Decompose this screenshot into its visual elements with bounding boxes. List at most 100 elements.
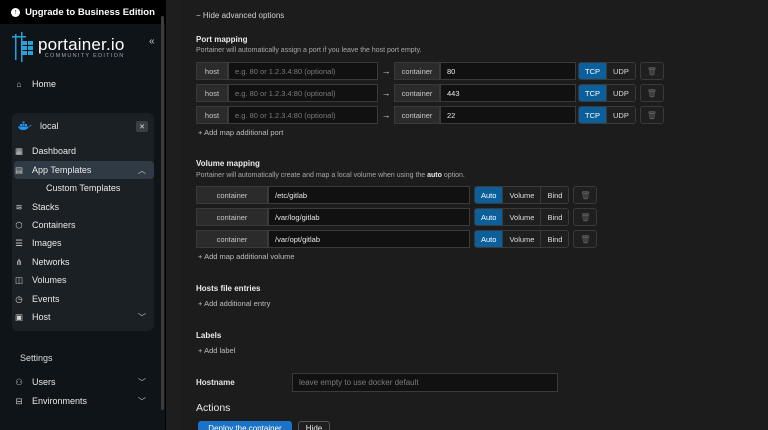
sidebar-item-app-templates[interactable]: ▤ App Templates ︿ — [14, 161, 154, 179]
container-label: container — [394, 106, 440, 124]
port-mapping-desc: Portainer will automatically assign a po… — [196, 47, 422, 54]
host-icon: ▣ — [14, 311, 24, 322]
collapse-sidebar-icon[interactable]: « — [149, 36, 155, 47]
close-environment-button[interactable]: ✕ — [136, 121, 148, 132]
sidebar-item-home[interactable]: ⌂ Home — [14, 75, 154, 93]
chevron-down-icon: ﹀ — [138, 312, 146, 322]
add-volume-link[interactable]: + Add map additional volume — [198, 252, 295, 261]
udp-button[interactable]: UDP — [607, 63, 635, 79]
environment-name: local — [40, 121, 59, 131]
sidebar-item-volumes[interactable]: ◫ Volumes — [14, 271, 154, 289]
sidebar-item-label: Home — [32, 79, 57, 89]
trash-icon[interactable]: 🗑 — [573, 186, 598, 204]
trash-icon[interactable]: 🗑 — [573, 230, 598, 248]
sidebar-item-dashboard[interactable]: ▦ Dashboard — [14, 142, 154, 160]
host-port-input[interactable]: e.g. 80 or 1.2.3.4:80 (optional) — [228, 84, 378, 102]
auto-button[interactable]: Auto — [475, 209, 504, 225]
trash-icon[interactable]: 🗑 — [573, 208, 598, 226]
hostname-label: Hostname — [196, 378, 235, 387]
sidebar-item-host[interactable]: ▣ Host ﹀ — [14, 308, 154, 326]
hostname-input[interactable]: leave empty to use docker default — [292, 373, 558, 392]
sidebar-item-stacks[interactable]: ≋ Stacks — [14, 198, 154, 216]
tcp-button[interactable]: TCP — [579, 63, 607, 79]
container-label: container — [394, 62, 440, 80]
sidebar-item-label: Images — [32, 238, 62, 248]
trash-icon[interactable]: 🗑 — [639, 62, 664, 80]
sidebar-item-images[interactable]: ☰ Images — [14, 234, 154, 252]
container-port-input[interactable]: 22 — [440, 106, 576, 124]
sidebar-item-containers[interactable]: ⬡ Containers — [14, 216, 154, 234]
home-icon: ⌂ — [16, 79, 22, 89]
environment-header: local — [18, 121, 59, 131]
bind-button[interactable]: Bind — [541, 231, 569, 247]
hide-button[interactable]: Hide — [298, 421, 330, 430]
add-host-entry-label: Add additional entry — [204, 299, 271, 308]
sidebar-item-label: App Templates — [32, 165, 92, 175]
bind-button[interactable]: Bind — [541, 187, 569, 203]
trash-icon[interactable]: 🗑 — [639, 106, 664, 124]
host-port-input[interactable]: e.g. 80 or 1.2.3.4:80 (optional) — [228, 106, 378, 124]
hide-advanced-toggle[interactable]: − Hide advanced options — [196, 11, 284, 20]
udp-button[interactable]: UDP — [607, 85, 635, 101]
logo-title: portainer.io — [38, 35, 125, 54]
portainer-logo[interactable]: portainer.io COMMUNITY EDITION — [12, 32, 125, 62]
tcp-button[interactable]: TCP — [579, 107, 607, 123]
tcp-button[interactable]: TCP — [579, 85, 607, 101]
trash-icon[interactable]: 🗑 — [639, 84, 664, 102]
port-row: host e.g. 80 or 1.2.3.4:80 (optional) → … — [196, 62, 664, 80]
volume-desc-bold: auto — [427, 172, 442, 179]
container-path-input[interactable]: /etc/gitlab — [268, 186, 470, 204]
upgrade-icon: ↑ — [11, 7, 21, 17]
auto-button[interactable]: Auto — [475, 231, 504, 247]
volume-row: container /etc/gitlab Auto Volume Bind 🗑 — [196, 186, 598, 204]
sidebar-item-environments[interactable]: ⊟ Environments ﹀ — [14, 392, 154, 410]
host-label: host — [196, 62, 228, 80]
hosts-entries-title: Hosts file entries — [196, 284, 261, 293]
sidebar-item-users[interactable]: ⚇ Users ﹀ — [14, 373, 154, 391]
volume-button[interactable]: Volume — [503, 231, 542, 247]
upgrade-label: Upgrade to Business Edition — [25, 6, 155, 18]
auto-button[interactable]: Auto — [475, 187, 504, 203]
settings-heading: Settings — [20, 353, 53, 363]
volume-button[interactable]: Volume — [503, 209, 542, 225]
database-icon: ◫ — [14, 274, 24, 285]
deploy-container-button[interactable]: Deploy the container — [198, 421, 292, 430]
main-content: − Hide advanced options Port mapping Por… — [182, 0, 768, 430]
sidebar-item-label: Users — [32, 377, 56, 387]
container-label: container — [196, 208, 268, 226]
port-row: host e.g. 80 or 1.2.3.4:80 (optional) → … — [196, 84, 664, 102]
container-label: container — [196, 230, 268, 248]
add-port-link[interactable]: + Add map additional port — [198, 128, 283, 137]
sidebar-item-custom-templates[interactable]: Custom Templates — [46, 179, 146, 197]
sidebar-item-label: Events — [32, 294, 60, 304]
sidebar-scrollbar[interactable] — [161, 16, 164, 410]
volume-desc-pre: Portainer will automatically create and … — [196, 172, 428, 179]
volume-button[interactable]: Volume — [503, 187, 542, 203]
upgrade-banner[interactable]: ↑ Upgrade to Business Edition — [0, 0, 166, 24]
sidebar-item-label: Host — [32, 312, 51, 322]
volume-type-toggle: Auto Volume Bind — [474, 186, 570, 204]
sidebar-item-label: Dashboard — [32, 146, 77, 156]
bind-button[interactable]: Bind — [541, 209, 569, 225]
container-path-input[interactable]: /var/log/gitlab — [268, 208, 470, 226]
host-port-input[interactable]: e.g. 80 or 1.2.3.4:80 (optional) — [228, 62, 378, 80]
container-port-input[interactable]: 443 — [440, 84, 576, 102]
minus-icon: − — [196, 11, 203, 20]
arrow-right-icon: → — [381, 88, 391, 98]
udp-button[interactable]: UDP — [607, 107, 635, 123]
add-label-link[interactable]: + Add label — [198, 346, 235, 355]
hide-advanced-label: Hide advanced options — [202, 11, 285, 20]
images-icon: ☰ — [15, 237, 23, 248]
add-host-entry-link[interactable]: + Add additional entry — [198, 299, 270, 308]
volume-row: container /var/opt/gitlab Auto Volume Bi… — [196, 230, 598, 248]
volume-desc-post: option. — [441, 172, 465, 179]
sidebar-item-networks[interactable]: ⋔ Networks — [14, 253, 154, 271]
sidebar-item-events[interactable]: ◷ Events — [14, 290, 154, 308]
docker-icon — [18, 121, 32, 130]
port-row: host e.g. 80 or 1.2.3.4:80 (optional) → … — [196, 106, 664, 124]
container-path-input[interactable]: /var/opt/gitlab — [268, 230, 470, 248]
container-form: − Hide advanced options Port mapping Por… — [182, 0, 768, 430]
container-port-input[interactable]: 80 — [440, 62, 576, 80]
chevron-up-icon: ︿ — [138, 165, 146, 175]
arrow-right-icon: → — [381, 66, 391, 76]
